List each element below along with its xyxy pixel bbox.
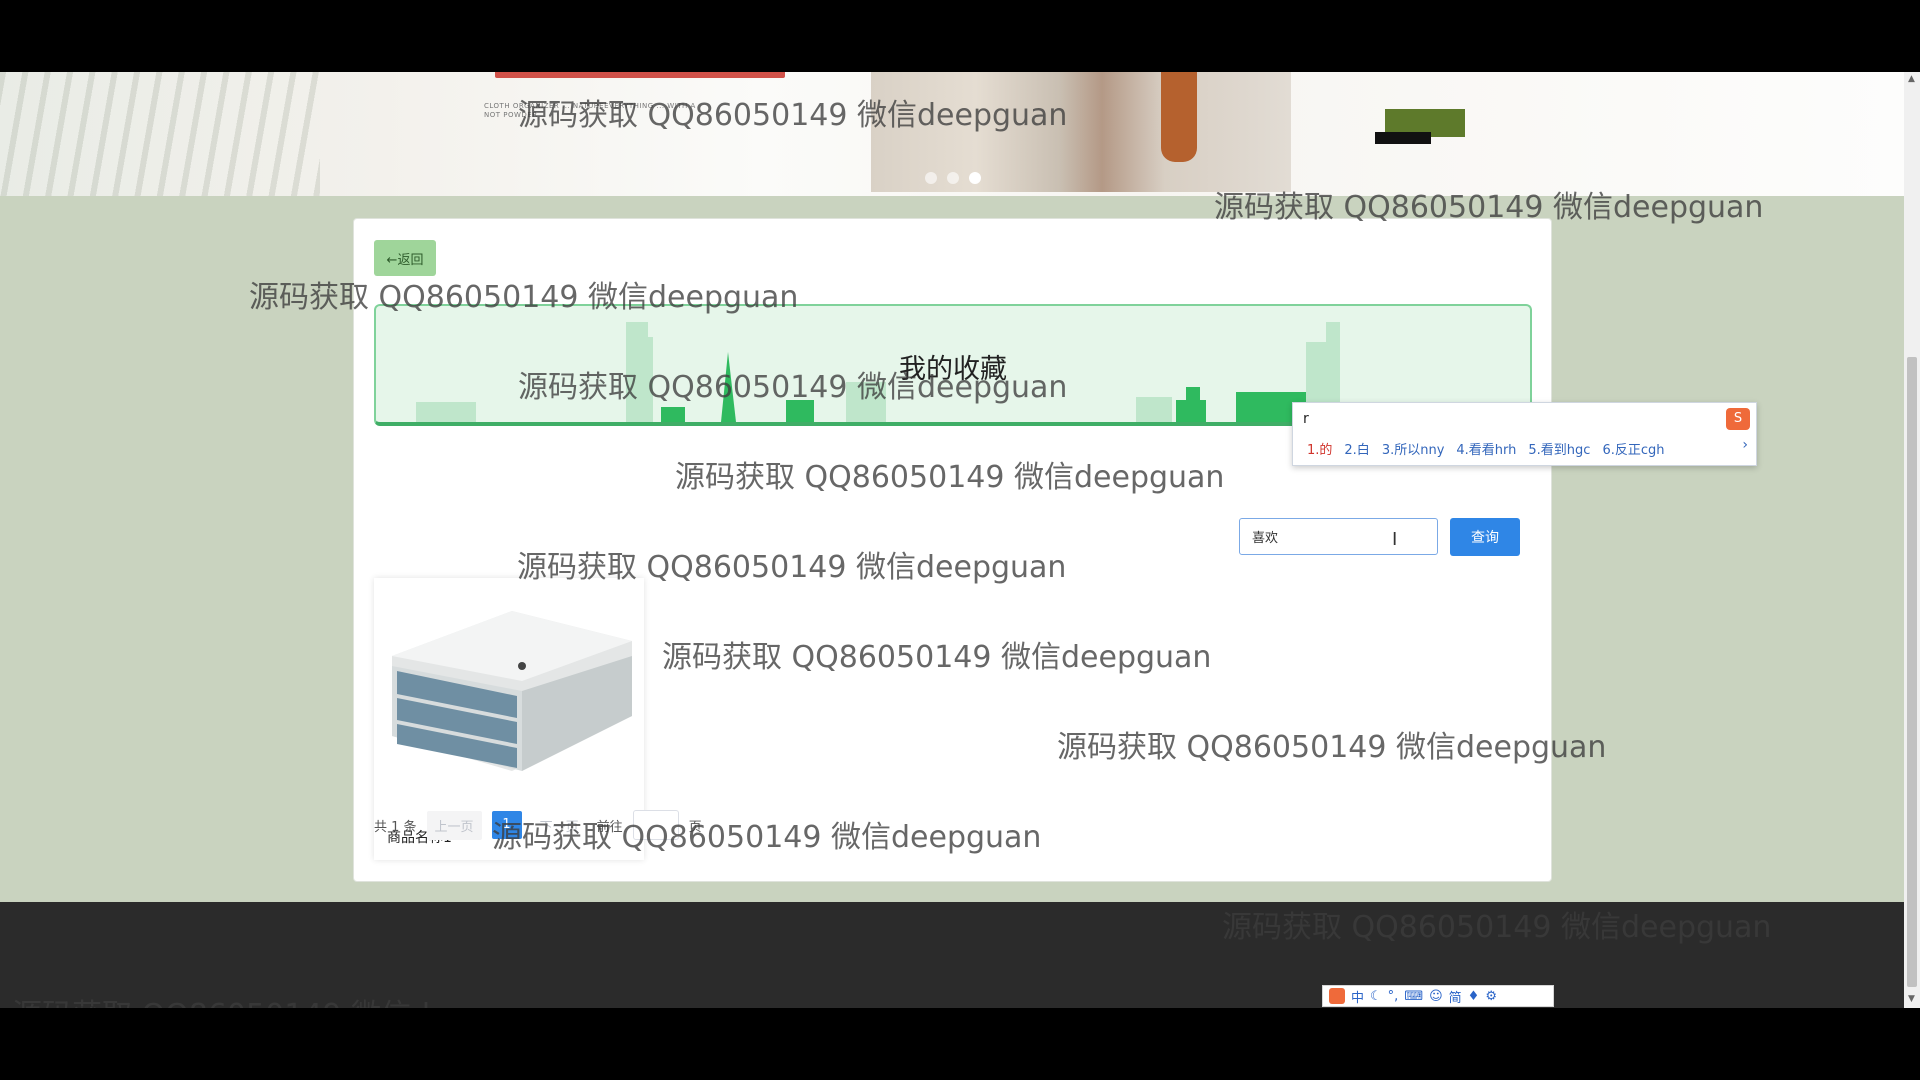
page-number-current[interactable]: 1 [491,811,522,839]
handbag-image [1161,72,1197,162]
search-button[interactable]: 查询 [1450,518,1520,556]
ime-skin-icon[interactable]: ♦ [1468,989,1480,1004]
ime-logo-icon [1329,988,1345,1004]
page-title: 我的收藏 [899,354,1007,385]
ime-moon-icon[interactable]: ☾ [1370,989,1382,1004]
next-page-button[interactable]: 下一页 [532,811,587,840]
banner-carousel: CLOTH ORGANIZER ... NATUREEVERYTHING ...… [0,72,1904,196]
goto-page-input[interactable] [632,810,679,840]
promo-headline [495,72,785,78]
ime-settings-icon[interactable]: ⚙ [1485,989,1497,1004]
ime-candidates: 1.的 2.白 3.所以nny 4.看看hrh 5.看到hgc 6.反正cgh [1307,439,1664,458]
ime-punctuation-icon[interactable]: °, [1388,989,1399,1004]
pagination: 共 1 条 上一页 1 下一页 前往 页 [374,810,702,840]
ime-composition-text: r [1303,411,1309,427]
text-cursor-icon: I [1392,529,1398,550]
scrollbar-thumb[interactable] [1907,357,1917,987]
ime-candidate[interactable]: 1.的 [1307,439,1332,458]
prev-page-button[interactable]: 上一页 [426,810,482,840]
carousel-indicators [925,172,981,184]
back-button[interactable]: ←返回 [374,240,436,276]
carousel-dot-1[interactable] [925,172,937,184]
ime-user-icon[interactable]: ☺ [1429,989,1443,1004]
product-image [392,611,632,771]
page-footer [0,902,1904,1008]
scroll-up-icon[interactable]: ▲ [1908,74,1915,84]
search-input[interactable] [1239,518,1438,555]
banner-black-block [1375,132,1431,144]
ime-candidate-window[interactable]: r S 1.的 2.白 3.所以nny 4.看看hrh 5.看到hgc 6.反正… [1292,402,1757,466]
ime-candidate[interactable]: 4.看看hrh [1456,439,1516,458]
ime-keyboard-icon[interactable]: ⌨ [1404,989,1423,1004]
ime-logo-icon: S [1726,408,1750,430]
carousel-dot-2[interactable] [947,172,959,184]
ime-candidate[interactable]: 3.所以nny [1382,439,1445,458]
ime-status-bar[interactable]: 中 ☾ °, ⌨ ☺ 简 ♦ ⚙ [1322,985,1554,1007]
ime-candidate[interactable]: 5.看到hgc [1528,439,1590,458]
vertical-scrollbar[interactable]: ▲ ▼ [1904,72,1920,1008]
chevron-right-icon[interactable]: › [1742,437,1748,453]
ime-candidate[interactable]: 2.白 [1344,439,1369,458]
carousel-dot-3[interactable] [969,172,981,184]
palm-decoration [0,72,320,196]
pagination-total: 共 1 条 [374,819,417,835]
ime-mode-chinese[interactable]: 中 [1351,987,1364,1006]
promo-subtext: CLOTH ORGANIZER ... NATUREEVERYTHING ...… [484,102,696,119]
browser-viewport: CLOTH ORGANIZER ... NATUREEVERYTHING ...… [0,72,1920,1008]
ime-candidate[interactable]: 6.反正cgh [1602,439,1664,458]
page-unit-label: 页 [688,819,702,835]
ime-mode-simplified[interactable]: 简 [1449,987,1462,1006]
favorites-card: ←返回 我的收藏 喜欢 I 查询 商品名称1 共 1 条 上一页 1 下一页 前… [353,218,1552,882]
goto-label: 前往 [596,819,623,835]
scroll-down-icon[interactable]: ▼ [1908,994,1915,1004]
